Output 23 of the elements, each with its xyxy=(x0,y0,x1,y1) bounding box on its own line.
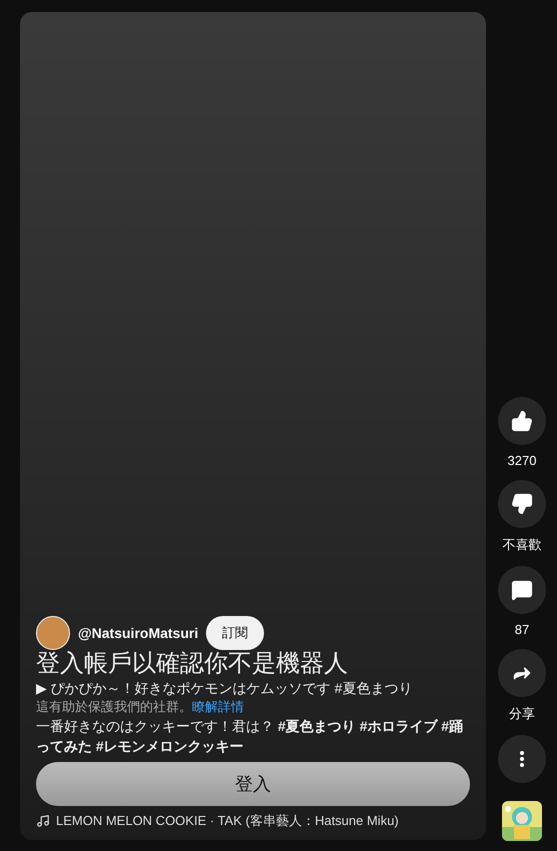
video-description: 一番好きなのはクッキーです！君は？ #夏色まつり #ホロライブ #踊ってみた #レモンメロンクッキー xyxy=(36,717,464,756)
dislike-button[interactable] xyxy=(498,480,546,528)
more-icon xyxy=(520,751,524,767)
sign-in-button[interactable]: 登入 xyxy=(36,762,470,806)
music-note-icon xyxy=(36,814,50,828)
comment-icon xyxy=(511,579,533,601)
music-track[interactable]: LEMON MELON COOKIE · TAK (客串藝人：Hatsune Miku) xyxy=(56,812,399,830)
thumbs-down-icon xyxy=(511,493,533,515)
channel-avatar[interactable] xyxy=(36,616,70,650)
share-label: 分享 xyxy=(509,705,535,723)
learn-more-link[interactable]: 瞭解詳情 xyxy=(192,699,244,714)
video-title: ▶ ぴかぴか～！好きなポケモンはケムッソです #夏色まつり xyxy=(36,679,414,698)
thumbs-up-icon xyxy=(511,410,533,432)
like-button[interactable] xyxy=(498,397,546,445)
channel-handle[interactable]: @NatsuiroMatsuri xyxy=(78,625,198,641)
sign-in-title: 登入帳戶以確認你不是機器人 xyxy=(36,650,349,678)
sign-in-note: 這有助於保護我們的社群。 xyxy=(36,699,192,714)
like-label: 3270 xyxy=(508,453,536,468)
comment-button[interactable] xyxy=(498,566,546,614)
comment-label: 87 xyxy=(514,622,530,637)
dislike-label: 不喜歡 xyxy=(502,536,542,554)
subscribe-button[interactable]: 訂閱 xyxy=(206,616,264,650)
share-button[interactable] xyxy=(498,649,546,697)
